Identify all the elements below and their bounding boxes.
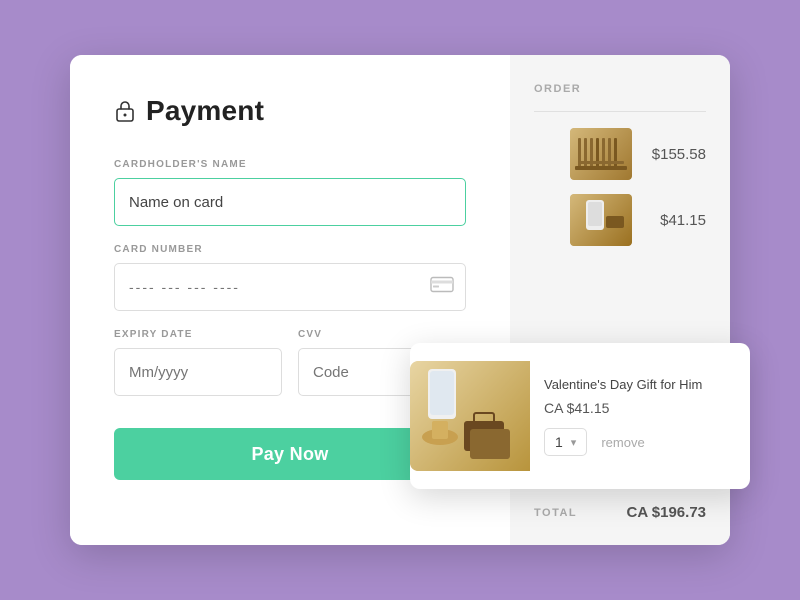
tooltip-qty-row: 1 ▾ remove (544, 428, 718, 456)
lock-icon (114, 100, 136, 122)
product-thumbnail-1 (570, 128, 632, 180)
cardholder-name-group: CARDHOLDER'S NAME (114, 159, 466, 226)
cardholder-name-input[interactable] (114, 178, 466, 226)
quantity-value: 1 (555, 434, 563, 450)
card-number-wrapper (114, 263, 466, 311)
credit-card-icon (430, 277, 454, 298)
item-1-price: $155.58 (646, 146, 706, 163)
order-total-row: TOTAL CA $196.73 (534, 494, 706, 521)
order-item-1: $155.58 (534, 128, 706, 180)
page-title: Payment (146, 95, 264, 127)
expiry-group: EXPIRY DATE (114, 329, 282, 396)
total-label: TOTAL (534, 507, 577, 519)
cvv-label: CVV (298, 329, 466, 340)
cardholder-label: CARDHOLDER'S NAME (114, 159, 466, 170)
remove-button[interactable]: remove (601, 435, 644, 450)
quantity-selector[interactable]: 1 ▾ (544, 428, 587, 456)
payment-header: Payment (114, 95, 466, 127)
tooltip-product-image (410, 361, 530, 471)
order-divider (534, 111, 706, 112)
card-number-group: CARD NUMBER (114, 244, 466, 311)
item-2-price: $41.15 (646, 212, 706, 229)
expiry-input[interactable] (114, 348, 282, 396)
chevron-down-icon: ▾ (571, 436, 577, 449)
expiry-label: EXPIRY DATE (114, 329, 282, 340)
product-tooltip-card: Valentine's Day Gift for Him CA $41.15 1… (410, 343, 750, 489)
card-number-input[interactable] (114, 263, 466, 311)
tooltip-product-name: Valentine's Day Gift for Him (544, 376, 718, 394)
order-item-2: $41.15 (534, 194, 706, 246)
tooltip-content: Valentine's Day Gift for Him CA $41.15 1… (530, 376, 732, 456)
tooltip-product-price: CA $41.15 (544, 400, 718, 416)
order-label: ORDER (534, 83, 706, 95)
payment-card: Payment CARDHOLDER'S NAME CARD NUMBER (70, 55, 730, 545)
tooltip-image-visual (410, 361, 530, 471)
product-thumbnail-2 (570, 194, 632, 246)
total-value: CA $196.73 (627, 504, 707, 521)
card-number-label: CARD NUMBER (114, 244, 466, 255)
